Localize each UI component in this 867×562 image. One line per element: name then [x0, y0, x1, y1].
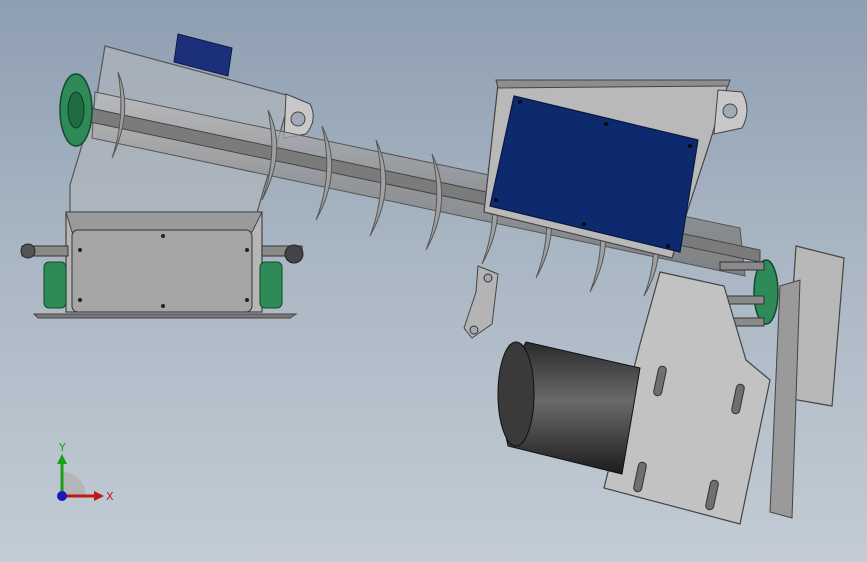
y-axis-label: Y [58, 441, 66, 454]
support-bracket [463, 265, 499, 339]
bolt [161, 304, 165, 308]
bolt [161, 234, 165, 238]
bolt [78, 248, 82, 252]
triad-arc [62, 472, 86, 496]
lower-housing-top [65, 211, 263, 233]
view-orientation-triad[interactable]: Y X [40, 438, 120, 518]
motor-end-cap [497, 341, 535, 447]
drive-shaft [719, 261, 765, 271]
bolt [245, 298, 249, 302]
bolt [245, 248, 249, 252]
screw-conveyor-model[interactable] [0, 0, 867, 562]
bolt [666, 244, 670, 248]
y-axis-arrow [57, 454, 67, 464]
base-plate [32, 313, 298, 319]
bracket-hole [483, 273, 493, 283]
bracket-hole [469, 325, 479, 335]
lug-hole-left [290, 111, 306, 127]
bearing-left [67, 91, 85, 129]
x-axis-arrow [94, 491, 104, 501]
side-flange-right [259, 261, 283, 309]
bolt [688, 144, 692, 148]
bolt [78, 298, 82, 302]
shaft-end [284, 244, 304, 264]
bolt [518, 100, 522, 104]
bolt [604, 122, 608, 126]
shaft-end [20, 243, 36, 259]
lug-hole-right [722, 103, 738, 119]
x-axis-label: X [106, 490, 114, 503]
bolt [494, 198, 498, 202]
access-panel [71, 229, 253, 313]
z-axis-dot [57, 491, 67, 501]
side-flange-left [43, 261, 67, 309]
3d-viewport[interactable]: Y X [0, 0, 867, 562]
bolt [582, 222, 586, 226]
